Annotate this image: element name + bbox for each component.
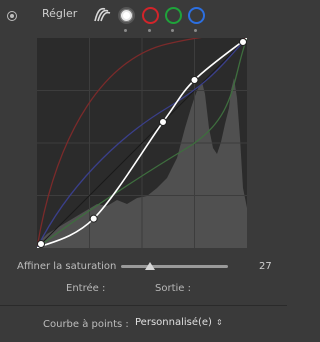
saturation-value: 27 [259, 261, 272, 272]
divider [0, 305, 287, 306]
chevron-updown-icon: ⇕ [215, 317, 223, 327]
saturation-slider[interactable] [121, 265, 228, 268]
point-curve-label: Courbe à points : [43, 319, 129, 330]
luminance-curve-icon [94, 7, 111, 22]
curve-control-point[interactable] [190, 76, 199, 84]
blue-channel-button[interactable] [186, 7, 206, 35]
green-channel-button[interactable] [163, 7, 183, 35]
selected-indicator [124, 29, 127, 32]
luminance-channel-button[interactable] [92, 7, 112, 35]
channel-dot [194, 29, 197, 32]
blue-circle-icon [188, 7, 205, 24]
point-curve-preset-select[interactable]: Personnalisé(e) ⇕ [135, 317, 223, 328]
red-circle-icon [142, 7, 159, 24]
curve-control-point[interactable] [239, 38, 247, 46]
preset-value: Personnalisé(e) [135, 317, 212, 328]
red-channel-button[interactable] [140, 7, 160, 35]
rgb-channel-button[interactable] [116, 7, 136, 35]
channel-dot [171, 29, 174, 32]
output-readout-label: Sortie : [155, 283, 191, 294]
green-circle-icon [165, 7, 182, 24]
saturation-label: Affiner la saturation [17, 261, 117, 272]
channel-dot [148, 29, 151, 32]
input-readout-label: Entrée : [66, 283, 106, 294]
collapse-icon[interactable] [7, 11, 17, 21]
curve-control-point[interactable] [89, 214, 98, 223]
adjust-label: Régler [42, 7, 78, 20]
curve-editor[interactable] [37, 38, 247, 248]
curve-control-point[interactable] [37, 240, 45, 248]
white-circle-icon [118, 7, 135, 24]
saturation-slider-thumb[interactable] [144, 262, 155, 270]
curve-control-point[interactable] [159, 118, 167, 126]
